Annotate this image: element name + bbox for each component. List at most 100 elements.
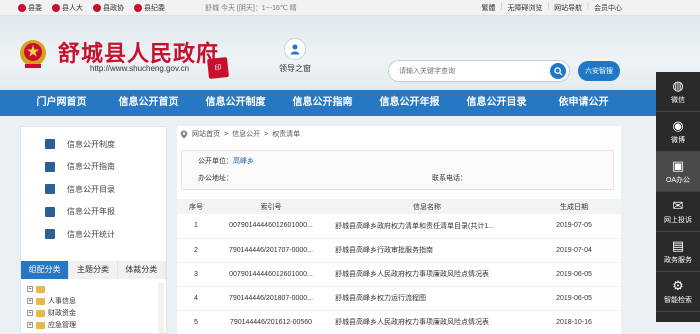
- category-tree: + + 人事信息 + 财政资金 + 应急管理: [27, 283, 162, 331]
- float-weibo[interactable]: ◉ 微博: [656, 112, 700, 152]
- document-link[interactable]: 舒城县高峰乡权力运行流程图: [327, 286, 527, 311]
- tree-item[interactable]: + 人事信息: [27, 295, 162, 307]
- folder-icon: [36, 309, 45, 317]
- float-wechat[interactable]: ◍ 微信: [656, 72, 700, 112]
- expand-icon[interactable]: +: [27, 298, 33, 304]
- national-emblem-icon: [52, 4, 60, 12]
- book-icon: [45, 161, 55, 172]
- sidebar-item-label: 信息公开统计: [67, 229, 115, 239]
- liuan-smart-search-button[interactable]: 六安智搜: [578, 61, 620, 81]
- float-oa[interactable]: ▣ OA办公: [656, 152, 700, 192]
- document-table: 序号 索引号 信息名称 生成日期 1 00790144446012601000..…: [177, 199, 621, 334]
- smart-search-icon: ⚙: [672, 277, 684, 293]
- seal-stamp: 印: [207, 57, 229, 79]
- float-gov-service[interactable]: ▤ 政务服务: [656, 232, 700, 272]
- column-header: 生成日期: [527, 199, 621, 214]
- cppcc-emblem-icon: [93, 4, 101, 12]
- sidebar-item-stats[interactable]: 信息公开统计: [21, 223, 166, 246]
- table-row[interactable]: 3 00790144446012601000... 舒城县高峰乡人民政府权力事项廉政…: [177, 262, 621, 287]
- float-complaint[interactable]: ✉ 网上投诉: [656, 192, 700, 232]
- location-pin-icon: [180, 130, 188, 138]
- category-tabs: 组配分类 主题分类 体裁分类: [21, 261, 166, 279]
- table-row[interactable]: 2 790144446/201707-0000... 舒城县高峰乡行政审批服务指南 2…: [177, 238, 621, 263]
- breadcrumb-current: 权责清单: [272, 131, 301, 138]
- tree-item[interactable]: + 财政资金: [27, 307, 162, 319]
- sidebar-item-guide[interactable]: 信息公开指南: [21, 156, 166, 179]
- unit-value[interactable]: 高峰乡: [233, 158, 254, 165]
- document-link[interactable]: 舒城县高峰乡政府权力清单和责任清单目录(共计1...: [327, 214, 527, 239]
- link-site-nav[interactable]: 网站导航: [554, 3, 582, 13]
- expand-icon[interactable]: +: [27, 322, 33, 328]
- sidebar: 信息公开制度 信息公开指南 信息公开目录 信息公开年报 信息公开统计 组配分类 …: [20, 126, 167, 334]
- column-header: 信息名称: [327, 199, 527, 214]
- search-icon[interactable]: [550, 63, 566, 79]
- link-traditional[interactable]: 繁體: [482, 3, 496, 13]
- discipline-emblem-icon: [134, 4, 142, 12]
- complaint-icon: ✉: [672, 197, 684, 213]
- top-utility-bar: 县委 县人大 县政协 县纪委 舒城 今天 [阴天]：1~-16℃ 晴 繁體 | 无…: [0, 0, 700, 16]
- sidebar-item-label: 信息公开年报: [67, 207, 115, 217]
- breadcrumb: 网站首页 > 信息公开 > 权责清单: [177, 126, 300, 142]
- leader-window-button[interactable]: 领导之窗: [275, 38, 315, 74]
- link-county-committee[interactable]: 县委: [18, 3, 42, 13]
- sidebar-item-annual-report[interactable]: 信息公开年报: [21, 201, 166, 224]
- person-icon: [284, 38, 306, 60]
- outlook-icon: ▣: [671, 157, 685, 173]
- main-content: 网站首页 > 信息公开 > 权责清单 公开单位：高峰乡 办公地址： 联系电话： …: [177, 126, 621, 334]
- tab-group-category[interactable]: 组配分类: [21, 261, 70, 279]
- folder-icon: [36, 297, 45, 305]
- breadcrumb-home[interactable]: 网站首页: [192, 129, 220, 139]
- nav-disclosure-catalog[interactable]: 信息公开目录: [453, 90, 540, 116]
- float-smart-search[interactable]: ⚙ 智能检索: [656, 272, 700, 312]
- unit-label: 公开单位：: [198, 158, 233, 165]
- site-header: 舒城县人民政府 http://www.shucheng.gov.cn 印 领导之…: [0, 16, 700, 90]
- document-link[interactable]: 舒城县高峰乡行政审批服务指南: [327, 238, 527, 263]
- link-accessibility[interactable]: 无障碍浏览: [507, 3, 542, 13]
- link-discipline[interactable]: 县纪委: [134, 3, 165, 13]
- document-icon: [45, 139, 55, 150]
- expand-icon[interactable]: +: [27, 286, 33, 292]
- tree-item[interactable]: + 应急管理: [27, 319, 162, 331]
- table-row[interactable]: 1 00790144446012601000... 舒城县高峰乡政府权力清单和责任清…: [177, 214, 621, 239]
- phone-label: 联系电话：: [432, 175, 467, 182]
- folder-icon: [36, 321, 45, 329]
- party-emblem-icon: [18, 4, 26, 12]
- top-right-links: 繁體 | 无障碍浏览 | 网站导航 | 会员中心: [481, 3, 622, 13]
- link-peoples-congress[interactable]: 县人大: [52, 3, 83, 13]
- site-url: http://www.shucheng.gov.cn: [90, 64, 190, 73]
- nav-request-disclosure[interactable]: 依申请公开: [540, 90, 627, 116]
- sidebar-item-label: 信息公开指南: [67, 162, 115, 172]
- tab-genre-category[interactable]: 体裁分类: [117, 261, 166, 279]
- folder-icon: [36, 285, 45, 293]
- main-nav: 门户网首页 信息公开首页 信息公开制度 信息公开指南 信息公开年报 信息公开目录…: [0, 90, 700, 116]
- nav-disclosure-policy[interactable]: 信息公开制度: [192, 90, 279, 116]
- link-member-center[interactable]: 会员中心: [594, 3, 622, 13]
- table-row[interactable]: 5 790144446/201612-00560 舒城县高峰乡人民政府权力事项廉政风…: [177, 310, 621, 334]
- search-input[interactable]: [389, 61, 539, 81]
- tree-item[interactable]: +: [27, 283, 162, 295]
- address-label: 办公地址：: [198, 175, 233, 182]
- column-header: 索引号: [215, 199, 327, 214]
- breadcrumb-disclosure[interactable]: 信息公开: [232, 129, 260, 139]
- document-link[interactable]: 舒城县高峰乡人民政府权力事项廉政风险点情况表: [327, 262, 527, 287]
- sidebar-item-label: 信息公开制度: [67, 139, 115, 149]
- nav-portal-home[interactable]: 门户网首页: [18, 90, 105, 116]
- link-cppcc[interactable]: 县政协: [93, 3, 124, 13]
- nav-disclosure-guide[interactable]: 信息公开指南: [279, 90, 366, 116]
- tree-scrollbar[interactable]: [158, 283, 164, 333]
- service-icon: ▤: [671, 237, 685, 253]
- expand-icon[interactable]: +: [27, 310, 33, 316]
- search-box: [388, 60, 570, 82]
- unit-info-box: 公开单位：高峰乡 办公地址： 联系电话：: [181, 150, 614, 190]
- nav-annual-report[interactable]: 信息公开年报: [366, 90, 453, 116]
- catalog-icon: [45, 184, 55, 195]
- sidebar-item-policy[interactable]: 信息公开制度: [21, 133, 166, 156]
- nav-disclosure-home[interactable]: 信息公开首页: [105, 90, 192, 116]
- document-link[interactable]: 舒城县高峰乡人民政府权力事项廉政风险点情况表: [327, 310, 527, 334]
- tab-topic-category[interactable]: 主题分类: [69, 261, 118, 279]
- national-emblem-icon: [20, 40, 46, 68]
- sidebar-item-catalog[interactable]: 信息公开目录: [21, 178, 166, 201]
- column-header: 序号: [177, 199, 215, 214]
- weibo-icon: ◉: [672, 117, 684, 133]
- table-row[interactable]: 4 790144446/201807-0000... 舒城县高峰乡权力运行流程图 20…: [177, 286, 621, 311]
